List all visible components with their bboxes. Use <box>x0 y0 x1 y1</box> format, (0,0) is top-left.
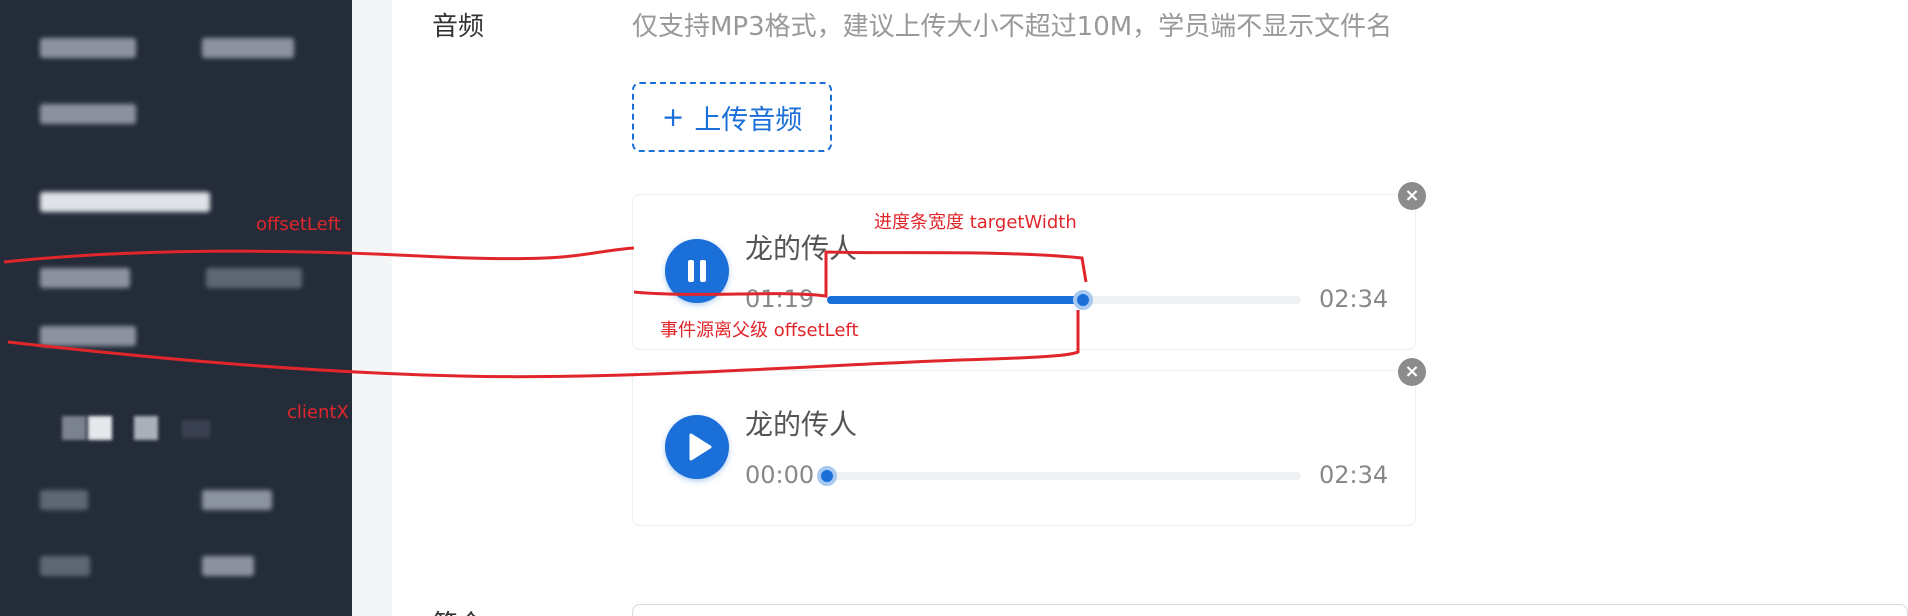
progress-bar[interactable] <box>817 466 1301 486</box>
sidebar-item-9[interactable] <box>202 490 272 514</box>
intro-field[interactable] <box>632 604 1908 616</box>
sidebar-item-5[interactable] <box>206 268 302 292</box>
pause-button[interactable] <box>665 239 729 303</box>
sidebar <box>0 0 352 616</box>
content-gutter <box>352 0 392 616</box>
remove-track-button[interactable]: × <box>1398 182 1426 210</box>
parent-offset-annotation: 事件源离父级 offsetLeft <box>660 320 859 341</box>
play-icon <box>689 433 712 461</box>
offsetleft-annotation: offsetLeft <box>256 214 341 235</box>
current-time: 01:19 <box>745 285 815 313</box>
play-button[interactable] <box>665 415 729 479</box>
sidebar-item-6[interactable] <box>40 326 136 350</box>
sidebar-item-1[interactable] <box>40 38 136 62</box>
progress-fill <box>827 296 1083 304</box>
sidebar-item-10[interactable] <box>40 556 90 580</box>
plus-icon: + <box>661 101 685 133</box>
progress-thumb[interactable] <box>1073 290 1093 310</box>
remove-track-button[interactable]: × <box>1398 358 1426 386</box>
current-time: 00:00 <box>745 461 815 489</box>
upload-audio-button[interactable]: + 上传音频 <box>632 82 832 152</box>
audio-hint: 仅支持MP3格式，建议上传大小不超过10M，学员端不显示文件名 <box>632 12 1393 42</box>
close-icon: × <box>1404 185 1420 206</box>
sidebar-item-11[interactable] <box>202 556 254 580</box>
intro-label: 简介 <box>432 604 484 616</box>
pause-icon <box>688 260 706 282</box>
track-title: 龙的传人 <box>745 408 858 441</box>
audio-track-card: 龙的传人 00:00 02:34 <box>632 370 1416 526</box>
sidebar-item-2[interactable] <box>202 38 294 62</box>
duration: 02:34 <box>1319 285 1389 313</box>
duration: 02:34 <box>1319 461 1389 489</box>
targetwidth-annotation: 进度条宽度 targetWidth <box>874 212 1077 233</box>
progress-bar[interactable] <box>827 290 1301 310</box>
sidebar-item-8[interactable] <box>40 490 88 514</box>
clientx-annotation: clientX <box>287 402 349 423</box>
track-title: 龙的传人 <box>745 232 858 265</box>
audio-label: 音频 <box>432 12 485 42</box>
sidebar-item-4[interactable] <box>40 268 130 292</box>
close-icon: × <box>1404 361 1420 382</box>
progress-thumb[interactable] <box>817 466 837 486</box>
sidebar-group-header[interactable] <box>40 192 210 216</box>
sidebar-item-3[interactable] <box>40 104 136 128</box>
upload-audio-label: 上传音频 <box>694 104 803 136</box>
